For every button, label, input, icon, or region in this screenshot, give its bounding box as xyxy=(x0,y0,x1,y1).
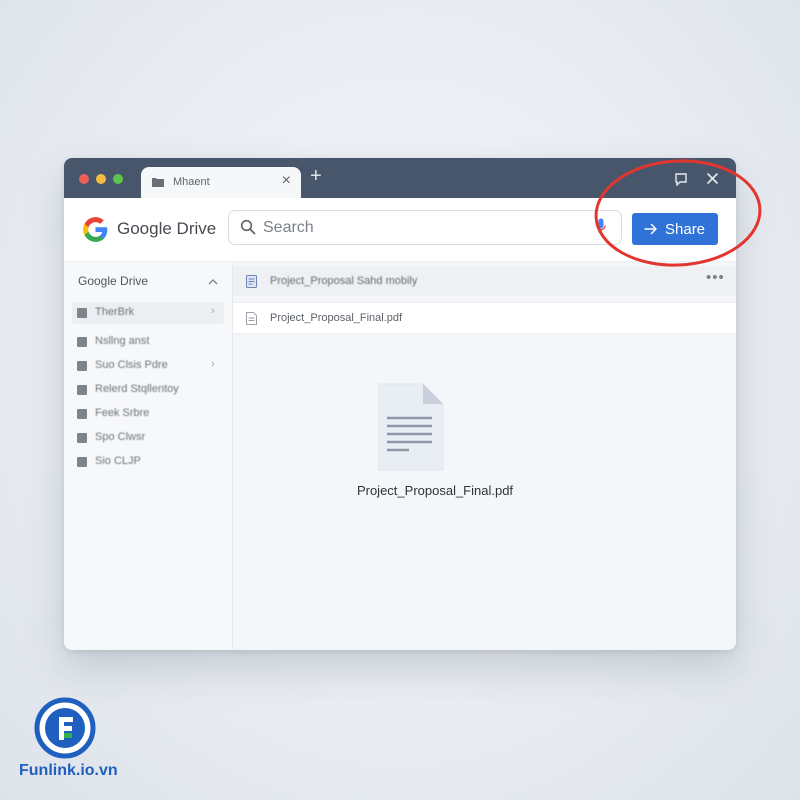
sidebar-item-label: Suo Clsis Pdre xyxy=(95,359,168,371)
sidebar-item-label: Feek Srbre xyxy=(95,407,150,419)
search-bar[interactable] xyxy=(228,210,622,245)
sidebar-title: Google Drive xyxy=(78,274,149,288)
new-tab-button[interactable]: + xyxy=(310,165,322,188)
search-input[interactable] xyxy=(261,217,585,239)
storage-icon xyxy=(77,457,87,467)
search-icon xyxy=(240,219,256,235)
drive-icon xyxy=(77,308,87,318)
watermark-text: Funlink.io.vn xyxy=(19,762,118,779)
file-icon xyxy=(246,312,257,325)
file-name: Project_Proposal_Final.pdf xyxy=(270,312,403,324)
close-window-dot[interactable] xyxy=(79,174,89,184)
trash-icon xyxy=(77,433,87,443)
sidebar-item-0[interactable]: TherBrk › xyxy=(72,302,224,324)
app-name: Google Drive xyxy=(117,219,217,238)
file-preview-tile[interactable]: Project_Proposal_Final.pdf xyxy=(315,382,513,512)
google-logo-icon xyxy=(83,217,108,242)
sidebar-item-label: Sio CLJP xyxy=(95,455,141,467)
doc-icon xyxy=(246,275,257,288)
person-icon xyxy=(77,337,87,347)
shared-icon xyxy=(77,385,87,395)
sidebar-item-5[interactable]: Spo Clwsr xyxy=(72,427,224,449)
sidebar-item-label: TherBrk xyxy=(95,306,135,318)
sidebar-item-3[interactable]: Relerd Stqllentoy xyxy=(72,379,224,401)
sidebar-item-4[interactable]: Feek Srbre xyxy=(72,403,224,425)
sidebar-item-6[interactable]: Sio CLJP xyxy=(72,451,224,473)
maximize-window-dot[interactable] xyxy=(113,174,123,184)
folder-icon xyxy=(152,178,164,187)
sidebar-item-label: Relerd Stqllentoy xyxy=(95,383,179,395)
more-options-icon[interactable]: ••• xyxy=(706,269,725,286)
highlight-circle xyxy=(594,159,762,267)
chevron-right-icon: › xyxy=(211,305,215,317)
tab-title: Mhaent xyxy=(173,176,210,188)
sidebar-item-2[interactable]: Suo Clsis Pdre › xyxy=(72,355,224,377)
sidebar-item-label: Nsllng anst xyxy=(95,335,150,347)
browser-tab[interactable]: Mhaent × xyxy=(141,167,301,198)
sidebar: Google Drive TherBrk › Nsllng anst Suo C… xyxy=(64,262,233,650)
minimize-window-dot[interactable] xyxy=(96,174,106,184)
sidebar-item-label: Spo Clwsr xyxy=(95,431,146,443)
funlink-logo-icon xyxy=(34,697,96,759)
chevron-up-icon[interactable] xyxy=(208,278,218,285)
tab-close-icon[interactable]: × xyxy=(282,172,291,190)
file-preview-name: Project_Proposal_Final.pdf xyxy=(356,483,514,498)
computer-icon xyxy=(77,361,87,371)
document-icon xyxy=(378,383,444,471)
file-name: Project_Proposal Sahd mobily xyxy=(270,275,418,287)
file-list-area: Project_Proposal Sahd mobily ••• Project… xyxy=(233,262,736,650)
chevron-right-icon: › xyxy=(211,358,215,370)
sidebar-item-1[interactable]: Nsllng anst xyxy=(72,331,224,353)
starred-icon xyxy=(77,409,87,419)
file-row[interactable]: Project_Proposal_Final.pdf xyxy=(233,302,736,334)
